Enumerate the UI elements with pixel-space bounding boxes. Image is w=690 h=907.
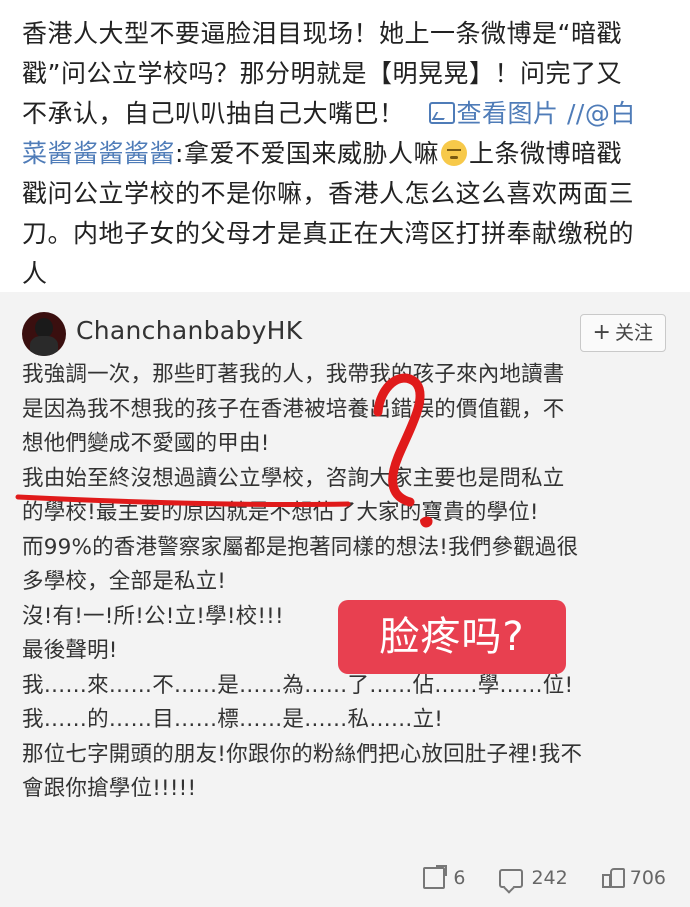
action-bar: 6 242 706	[423, 867, 666, 889]
repost-line: 多學校，全部是私立!	[22, 569, 227, 594]
repost-username[interactable]: ChanchanbabyHK	[76, 316, 302, 345]
post-line: 香港人大型不要逼脸泪目现场！她上一条微博是“暗戳	[22, 19, 622, 48]
repost-line: 想他們變成不愛國的甲由!	[22, 431, 270, 456]
post-line: 刀。内地子女的父母才是真正在大湾区打拼奉献缴税的	[22, 219, 635, 248]
repost-line: 而99%的香港警察家屬都是抱著同樣的想法!我們參觀過很	[22, 534, 579, 560]
mention-link-continued[interactable]: 菜酱酱酱酱酱	[22, 139, 175, 168]
post-line: 戳问公立学校的不是你嘛，香港人怎么这么喜欢两面三	[22, 179, 635, 208]
comment-button[interactable]: 242	[499, 867, 568, 889]
repost-line: 會跟你搶學位!!!!!	[22, 776, 197, 801]
repost-line: 的學校!最主要的原因就是不想佔了大家的寶貴的學位!	[22, 500, 539, 525]
post-line: 菜酱酱酱酱酱:拿爱不爱国来威胁人嘛 上条微博暗戳	[22, 139, 622, 168]
repost-line: 那位七字開頭的朋友!你跟你的粉絲們把心放回肚子裡!我不	[22, 741, 583, 767]
repost-line: 我強調一次，那些盯著我的人，我帶我的孩子來內地讀書	[22, 362, 565, 387]
repost-button[interactable]: 6	[423, 867, 465, 889]
image-icon	[428, 102, 455, 124]
post-line: 戳”问公立学校吗？那分明就是【明晃晃】！问完了又	[22, 59, 622, 88]
plus-icon: +	[592, 320, 611, 345]
thumbs-up-icon	[601, 868, 625, 888]
avatar[interactable]	[22, 312, 66, 356]
repost-line: 我由始至終沒想過讀公立學校，咨詢大家主要也是問私立	[22, 465, 565, 491]
smirk-emoji-icon	[440, 140, 467, 166]
comment-icon	[499, 868, 524, 888]
repost-body: 我強調一次，那些盯著我的人，我帶我的孩子來內地讀書 是因為我不想我的孩子在香港被…	[22, 358, 672, 807]
repost-line: 是因為我不想我的孩子在香港被培養出錯誤的價值觀，不	[22, 396, 565, 422]
repost-icon	[423, 867, 446, 889]
repost-line: 我……的……目……標……是……私……立!	[22, 707, 444, 732]
face-hurt-sticker: 脸疼吗?	[338, 600, 566, 674]
post-line: 不承认，自己叭叭抽自己大嘴巴！ 查看图片 //@白	[22, 99, 636, 128]
follow-button[interactable]: + 关注	[579, 314, 666, 352]
like-button[interactable]: 706	[601, 867, 666, 889]
view-image-link[interactable]: 查看图片	[405, 99, 559, 128]
post-text: 香港人大型不要逼脸泪目现场！她上一条微博是“暗戳 戳”问公立学校吗？那分明就是【…	[0, 0, 690, 292]
mention-link[interactable]: //@白	[559, 99, 636, 128]
post-line: 人	[22, 259, 48, 288]
